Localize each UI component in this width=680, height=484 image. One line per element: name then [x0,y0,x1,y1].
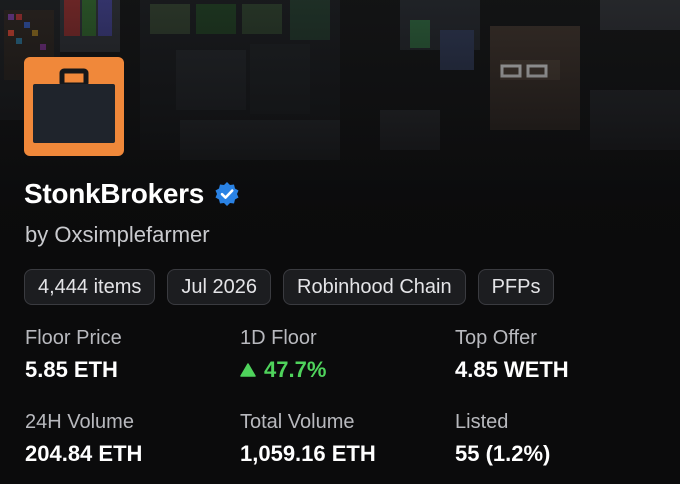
stat-label: Floor Price [25,327,122,349]
stat-value: 47.7% [240,356,455,384]
creator-link[interactable]: by Oxsimplefarmer [25,222,210,248]
stat-top-offer: Top Offer 4.85 WETH [455,326,655,384]
collection-chips: 4,444 items Jul 2026 Robinhood Chain PFP… [24,269,555,305]
stat-value-text: 47.7% [264,357,327,382]
verified-badge-icon [215,182,239,206]
chip-category[interactable]: PFPs [477,269,555,305]
collection-avatar[interactable] [24,57,124,156]
stat-24h-volume: 24H Volume 204.84 ETH [25,410,240,468]
stat-floor-price: Floor Price 5.85 ETH [25,326,240,384]
briefcase-icon [33,68,115,143]
trend-up-icon [240,363,256,377]
stat-value: 204.84 ETH [25,441,143,466]
stat-label: 1D Floor [240,327,317,349]
chip-date[interactable]: Jul 2026 [167,269,272,305]
stat-value: 1,059.16 ETH [240,441,376,466]
collection-title: StonkBrokers [24,178,205,209]
stat-label: Listed [455,411,509,433]
stat-value: 4.85 WETH [455,357,569,382]
chip-chain[interactable]: Robinhood Chain [283,269,466,305]
collection-stats: Floor Price 5.85 ETH 1D Floor 47.7% Top … [25,326,655,468]
stat-listed: Listed 55 (1.2%) [455,410,655,468]
chip-item-count[interactable]: 4,444 items [24,269,156,305]
stat-1d-floor: 1D Floor 47.7% [240,326,455,384]
stat-total-volume: Total Volume 1,059.16 ETH [240,410,455,468]
stat-label: Total Volume [240,411,355,433]
stat-label: 24H Volume [25,411,134,433]
stat-label: Top Offer [455,327,537,349]
stat-value: 5.85 ETH [25,357,118,382]
stat-value: 55 (1.2%) [455,441,551,466]
